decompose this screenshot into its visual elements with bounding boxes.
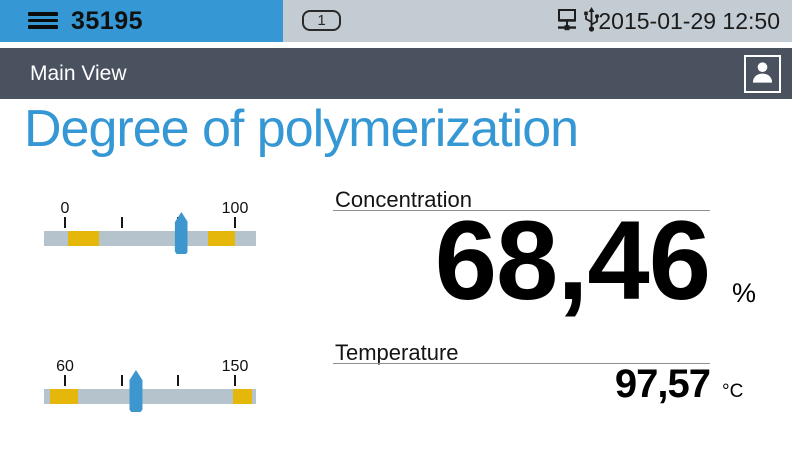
gauge-ticks (44, 200, 256, 256)
measurement-unit: % (732, 280, 756, 307)
screen-number-badge[interactable]: 1 (302, 10, 341, 31)
status-bar: 35195 1 2015-01-29 12:50 (0, 0, 792, 42)
temperature-gauge: 60 150 (44, 358, 256, 414)
datetime-label: 2015-01-29 12:50 (598, 0, 780, 43)
user-button[interactable] (744, 55, 781, 93)
page-title: Degree of polymerization (24, 101, 578, 157)
measurement-unit: °C (722, 382, 743, 401)
gauge-track (44, 231, 256, 246)
page-breadcrumb-title: Main View (30, 48, 127, 99)
device-screen: 35195 1 2015-01-29 12:50 (0, 0, 792, 474)
gauge-track (44, 389, 256, 404)
gauge-ticks (44, 358, 256, 414)
measurement-value: 97,57 (615, 362, 710, 406)
device-id: 35195 (71, 0, 143, 42)
menu-icon[interactable] (28, 12, 58, 32)
nav-bar: Main View (0, 48, 792, 99)
concentration-gauge: 0 100 (44, 200, 256, 256)
measurement-value: 68,46 (435, 198, 710, 323)
user-icon (749, 59, 776, 89)
network-icon (556, 8, 578, 37)
menu-area[interactable]: 35195 (0, 0, 283, 42)
